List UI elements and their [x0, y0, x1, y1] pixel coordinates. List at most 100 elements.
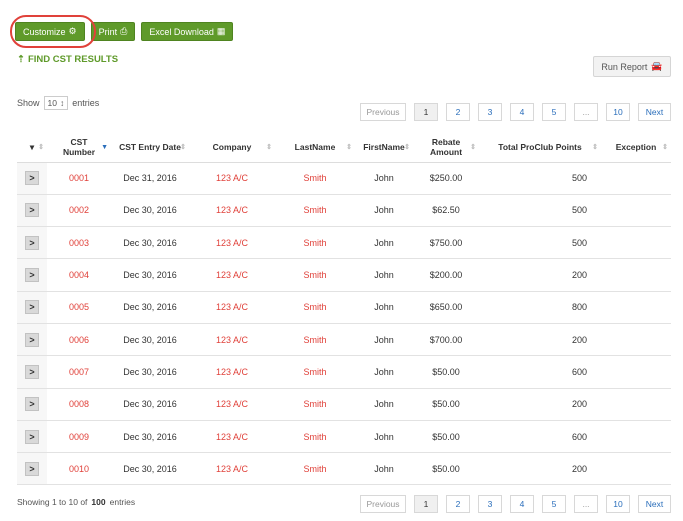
page-button[interactable]: 1 — [414, 495, 438, 513]
column-header[interactable]: CST Entry Date ⇕ — [111, 132, 189, 163]
expand-cell: > — [17, 194, 47, 227]
expand-row-button[interactable]: > — [25, 300, 39, 315]
cst-number-link[interactable]: 0010 — [47, 453, 111, 485]
column-header[interactable]: LastName ⇕ — [275, 132, 355, 163]
expand-cell: > — [17, 258, 47, 292]
expand-row-button[interactable]: > — [25, 429, 39, 444]
rebate-cell: $62.50 — [432, 205, 460, 216]
exception-cell — [601, 388, 671, 420]
cst-number-link[interactable]: 0009 — [47, 420, 111, 452]
exception-cell — [601, 259, 671, 291]
info-suffix: entries — [109, 497, 136, 507]
table-row: >0005 Dec 30, 2016 123 A/C Smith John $650.00… — [17, 291, 671, 324]
page-button[interactable]: 10 — [606, 495, 630, 513]
page-button[interactable]: 3 — [478, 495, 502, 513]
cst-number-link[interactable]: 0008 — [47, 388, 111, 420]
rebate-cell: $50.00 — [432, 366, 460, 377]
show-entries: Show 10 ↕ entries — [17, 96, 99, 110]
page-button[interactable]: 4 — [510, 103, 534, 121]
company-link[interactable]: 123 A/C — [189, 453, 275, 485]
expand-cell: > — [17, 323, 47, 356]
page-button[interactable]: 4 — [510, 495, 534, 513]
company-link[interactable]: 123 A/C — [189, 420, 275, 452]
lastname-link[interactable]: Smith — [275, 420, 355, 452]
company-link[interactable]: 123 A/C — [189, 291, 275, 323]
column-header[interactable]: Rebate Amount ⇕ — [413, 132, 479, 163]
column-header[interactable]: FirstName ⇕ — [355, 132, 413, 163]
column-header[interactable]: CST Number ▼ — [47, 132, 111, 163]
cst-number-link[interactable]: 0002 — [47, 194, 111, 226]
page-button[interactable]: 10 — [606, 103, 630, 121]
cst-number-link[interactable]: 0001 — [47, 162, 111, 194]
entries-select[interactable]: 10 ↕ — [43, 96, 69, 110]
page-button[interactable]: 2 — [446, 495, 470, 513]
expand-row-button[interactable]: > — [25, 461, 39, 476]
print-button[interactable]: Print ⎙ — [90, 22, 136, 41]
expand-row-button[interactable]: > — [25, 397, 39, 412]
lastname-link[interactable]: Smith — [275, 453, 355, 485]
run-report-button[interactable]: Run Report 🚘 — [593, 56, 671, 77]
expand-cell: > — [17, 388, 47, 421]
previous-button[interactable]: Previous — [360, 103, 406, 121]
firstname-cell: John — [374, 366, 394, 377]
lastname-link[interactable]: Smith — [275, 356, 355, 388]
cst-number-link[interactable]: 0004 — [47, 259, 111, 291]
expand-row-button[interactable]: > — [25, 268, 39, 283]
table-row: >0006 Dec 30, 2016 123 A/C Smith John $700.00… — [17, 323, 671, 356]
company-link[interactable]: 123 A/C — [189, 162, 275, 194]
find-cst-results-link[interactable]: ⇡ FIND CST RESULTS — [17, 54, 118, 65]
customize-button[interactable]: Customize ⚙ — [15, 22, 85, 41]
column-header[interactable]: Exception ⇕ — [601, 132, 671, 163]
expand-row-button[interactable]: > — [25, 203, 39, 218]
expand-column-header[interactable]: ▾ ⇕ — [17, 132, 47, 163]
company-link[interactable]: 123 A/C — [189, 259, 275, 291]
page-button[interactable]: 5 — [542, 495, 566, 513]
rebate-cell: $50.00 — [432, 431, 460, 442]
firstname-cell: John — [374, 334, 394, 345]
rebate-cell: $250.00 — [429, 173, 463, 184]
cst-number-link[interactable]: 0003 — [47, 227, 111, 259]
lastname-link[interactable]: Smith — [275, 259, 355, 291]
column-header[interactable]: Total ProClub Points ⇕ — [479, 132, 601, 163]
column-header[interactable]: Company ⇕ — [189, 132, 275, 163]
company-link[interactable]: 123 A/C — [189, 227, 275, 259]
expand-row-button[interactable]: > — [25, 235, 39, 250]
page-button[interactable]: 2 — [446, 103, 470, 121]
company-link[interactable]: 123 A/C — [189, 388, 275, 420]
gear-icon: ⚙ — [68, 26, 77, 36]
entries-label: entries — [72, 98, 100, 108]
previous-button[interactable]: Previous — [360, 495, 406, 513]
expand-row-button[interactable]: > — [25, 364, 39, 379]
cst-number-link[interactable]: 0005 — [47, 291, 111, 323]
spreadsheet-icon: ▦ — [216, 26, 226, 36]
excel-download-button[interactable]: Excel Download ▦ — [141, 22, 234, 41]
company-link[interactable]: 123 A/C — [189, 194, 275, 226]
lastname-link[interactable]: Smith — [275, 194, 355, 226]
lastname-link[interactable]: Smith — [275, 162, 355, 194]
lastname-link[interactable]: Smith — [275, 227, 355, 259]
page-button[interactable]: 1 — [414, 103, 438, 121]
next-button[interactable]: Next — [638, 495, 671, 513]
cst-number-link[interactable]: 0007 — [47, 356, 111, 388]
page-button[interactable]: 3 — [478, 103, 502, 121]
entries-value: 10 — [47, 98, 57, 108]
company-link[interactable]: 123 A/C — [189, 323, 275, 355]
points-cell: 200 — [571, 399, 587, 410]
rebate-cell: $700.00 — [429, 334, 463, 345]
pagination-top: Previous 1 2 3 4 5 ... 10 Next — [360, 103, 671, 121]
entry-date-cell: Dec 30, 2016 — [123, 431, 177, 442]
firstname-cell: John — [374, 173, 394, 184]
lastname-link[interactable]: Smith — [275, 323, 355, 355]
sort-icon: ⇕ — [38, 144, 44, 151]
next-button[interactable]: Next — [638, 103, 671, 121]
entry-date-cell: Dec 30, 2016 — [123, 237, 177, 248]
page-ellipsis: ... — [574, 495, 598, 513]
expand-row-button[interactable]: > — [25, 171, 39, 186]
table-info: Showing 1 to 10 of 100 entries — [17, 497, 135, 507]
cst-number-link[interactable]: 0006 — [47, 323, 111, 355]
company-link[interactable]: 123 A/C — [189, 356, 275, 388]
lastname-link[interactable]: Smith — [275, 388, 355, 420]
page-button[interactable]: 5 — [542, 103, 566, 121]
lastname-link[interactable]: Smith — [275, 291, 355, 323]
expand-row-button[interactable]: > — [25, 332, 39, 347]
